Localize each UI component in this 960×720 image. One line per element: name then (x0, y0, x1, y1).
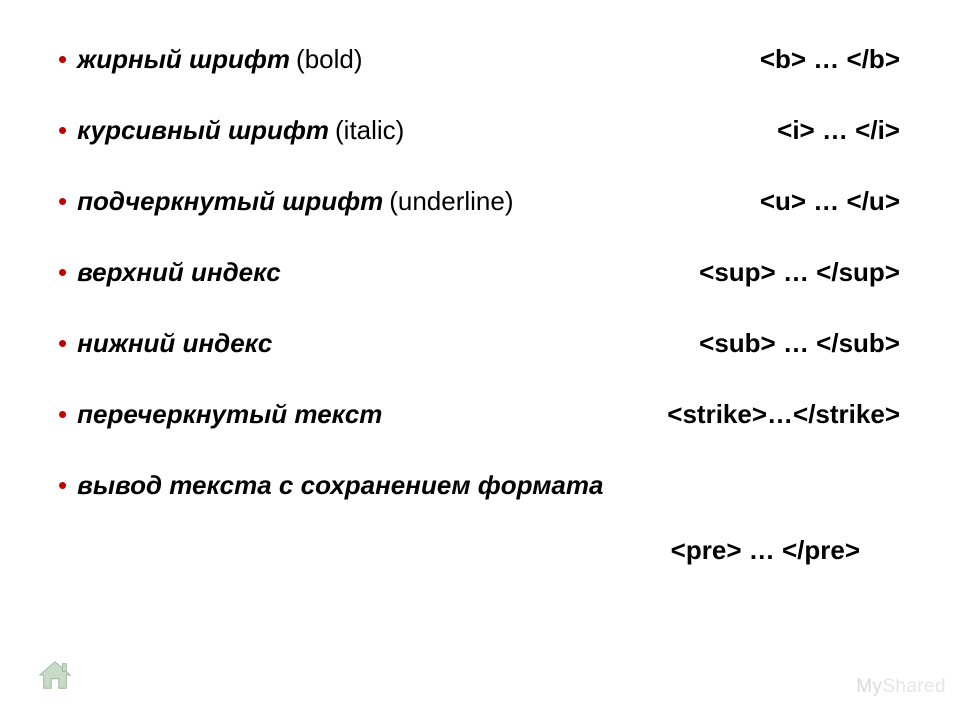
item-paren: (bold) (296, 44, 362, 75)
home-icon[interactable] (36, 658, 74, 692)
list-item: • вывод текста с сохранением формата (58, 470, 920, 501)
list-item: • курсивный шрифт (italic) <i> … </i> (58, 115, 920, 146)
item-paren: (underline) (389, 186, 513, 217)
bullet-icon: • (58, 401, 67, 427)
bullet-icon: • (58, 259, 67, 285)
bullet-icon: • (58, 188, 67, 214)
item-code: <strike>…</strike> (667, 399, 920, 430)
slide-content: • жирный шрифт (bold) <b> … </b> • курси… (0, 0, 960, 566)
list-item: • перечеркнутый текст <strike>…</strike> (58, 399, 920, 430)
item-description: подчеркнутый шрифт (77, 186, 383, 217)
item-description: перечеркнутый текст (77, 399, 382, 430)
list-item: • нижний индекс <sub> … </sub> (58, 328, 920, 359)
item-description: жирный шрифт (77, 44, 290, 75)
item-description: вывод текста с сохранением формата (77, 470, 603, 501)
list-item: • верхний индекс <sup> … </sup> (58, 257, 920, 288)
watermark-shared: Shared (882, 676, 946, 697)
bullet-icon: • (58, 46, 67, 72)
bullet-icon: • (58, 330, 67, 356)
item-code: <u> … </u> (760, 186, 920, 217)
bullet-icon: • (58, 472, 67, 498)
bullet-icon: • (58, 117, 67, 143)
pre-code-line: <pre> … </pre> (58, 535, 920, 566)
item-code: <i> … </i> (777, 115, 920, 146)
watermark-my: My (856, 676, 882, 697)
item-description: нижний индекс (77, 328, 272, 359)
item-code: <pre> … </pre> (671, 535, 860, 566)
list-item: • подчеркнутый шрифт (underline) <u> … <… (58, 186, 920, 217)
item-code: <sub> … </sub> (699, 328, 920, 359)
list-item: • жирный шрифт (bold) <b> … </b> (58, 44, 920, 75)
item-description: верхний индекс (77, 257, 281, 288)
item-description: курсивный шрифт (77, 115, 329, 146)
item-paren: (italic) (335, 115, 404, 146)
item-code: <b> … </b> (760, 44, 920, 75)
watermark: MyShared (856, 676, 946, 698)
item-code: <sup> … </sup> (699, 257, 920, 288)
